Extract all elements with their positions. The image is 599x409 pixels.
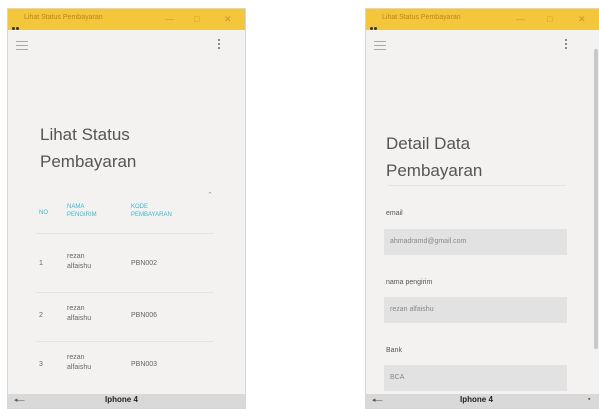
row-no: 3 [39,361,43,368]
row-name-line2: alfaishu [67,364,92,371]
page-title: Detail Data Pembayaran [386,130,482,184]
row-name-line2: alfaishu [67,263,92,270]
row-kode-pembayaran: PBN006 [131,312,158,319]
back-button[interactable]: ◂— [14,396,25,404]
close-button[interactable]: ✕ [578,13,586,25]
column-header-nama-pengirim: NAMA PENGIRIM [67,203,97,219]
window-titlebar[interactable]: Lihat Status Pembayaran — □ ✕ [366,9,599,30]
row-name-line1: rezan [67,305,85,312]
window-lihat-status: Lihat Status Pembayaran — □ ✕ Lihat Stat… [7,8,246,409]
more-vertical-icon[interactable] [218,39,221,51]
bank-label: Bank [386,347,402,354]
title-divider [388,185,566,186]
row-name-line2: alfaishu [67,315,92,322]
row-nama-pengirim: rezan alfaishu [67,353,91,373]
device-toolbar: ◂— Iphone 4 [8,394,245,408]
minimize-button[interactable]: — [165,13,174,25]
maximize-button[interactable]: □ [547,13,552,25]
maximize-button[interactable]: □ [194,13,199,25]
page-title-line1: Detail Data [386,134,471,153]
email-field[interactable]: ahmadramd@gmail.com [384,229,567,255]
page-title-line1: Lihat Status [40,125,130,144]
row-kode-pembayaran: PBN003 [131,361,158,368]
bank-field[interactable]: BCA [384,365,567,391]
more-vertical-icon[interactable] [565,39,568,51]
row-name-line1: rezan [67,253,85,260]
column-header-no: NO [39,210,48,216]
close-button[interactable]: ✕ [224,13,232,25]
window-title: Lihat Status Pembayaran [382,14,461,21]
hamburger-menu-icon[interactable] [16,41,28,53]
column-header-kode-line2: PEMBAYARAN [131,212,172,218]
column-header-nama-line1: NAMA [67,204,85,210]
scrollbar[interactable] [594,49,598,349]
minimize-button[interactable]: — [516,13,525,25]
app-bar [366,30,599,62]
device-label: Iphone 4 [460,395,493,404]
window-titlebar[interactable]: Lihat Status Pembayaran — □ ✕ [8,9,245,30]
table-divider [36,233,214,234]
column-header-kode-line1: KODE [131,204,149,210]
column-header-kode-pembayaran: KODE PEMBAYARAN [131,203,172,219]
row-name-line1: rezan [67,354,85,361]
page-title-line2: Pembayaran [40,152,137,171]
table-divider [36,341,214,342]
nama-pengirim-label: nama pengirim [386,279,433,286]
row-nama-pengirim: rezan alfaishu [67,252,91,272]
email-label: email [386,210,403,217]
window-title: Lihat Status Pembayaran [24,14,103,21]
device-toolbar: ◂— Iphone 4 ▪ [366,394,599,408]
back-button[interactable]: ◂— [372,396,383,404]
page-title: Lihat Status Pembayaran [40,121,136,175]
page-title-line2: Pembayaran [386,161,483,180]
app-bar [8,30,245,62]
hamburger-menu-icon[interactable] [374,41,386,53]
nama-pengirim-field[interactable]: rezan alfaishu [384,297,567,323]
row-kode-pembayaran: PBN002 [131,260,158,267]
app-logo-icon [12,17,20,30]
row-no: 2 [39,312,43,319]
row-no: 1 [39,260,43,267]
app-logo-icon [370,17,378,30]
window-detail-data: Lihat Status Pembayaran — □ ✕ Detail Dat… [365,8,599,409]
row-nama-pengirim: rezan alfaishu [67,304,91,324]
table-divider [36,292,214,293]
more-icon[interactable]: ▪ [588,396,590,403]
column-header-nama-line2: PENGIRIM [67,212,97,218]
device-label: Iphone 4 [105,395,138,404]
sort-icon[interactable]: ⌃ [207,191,213,199]
